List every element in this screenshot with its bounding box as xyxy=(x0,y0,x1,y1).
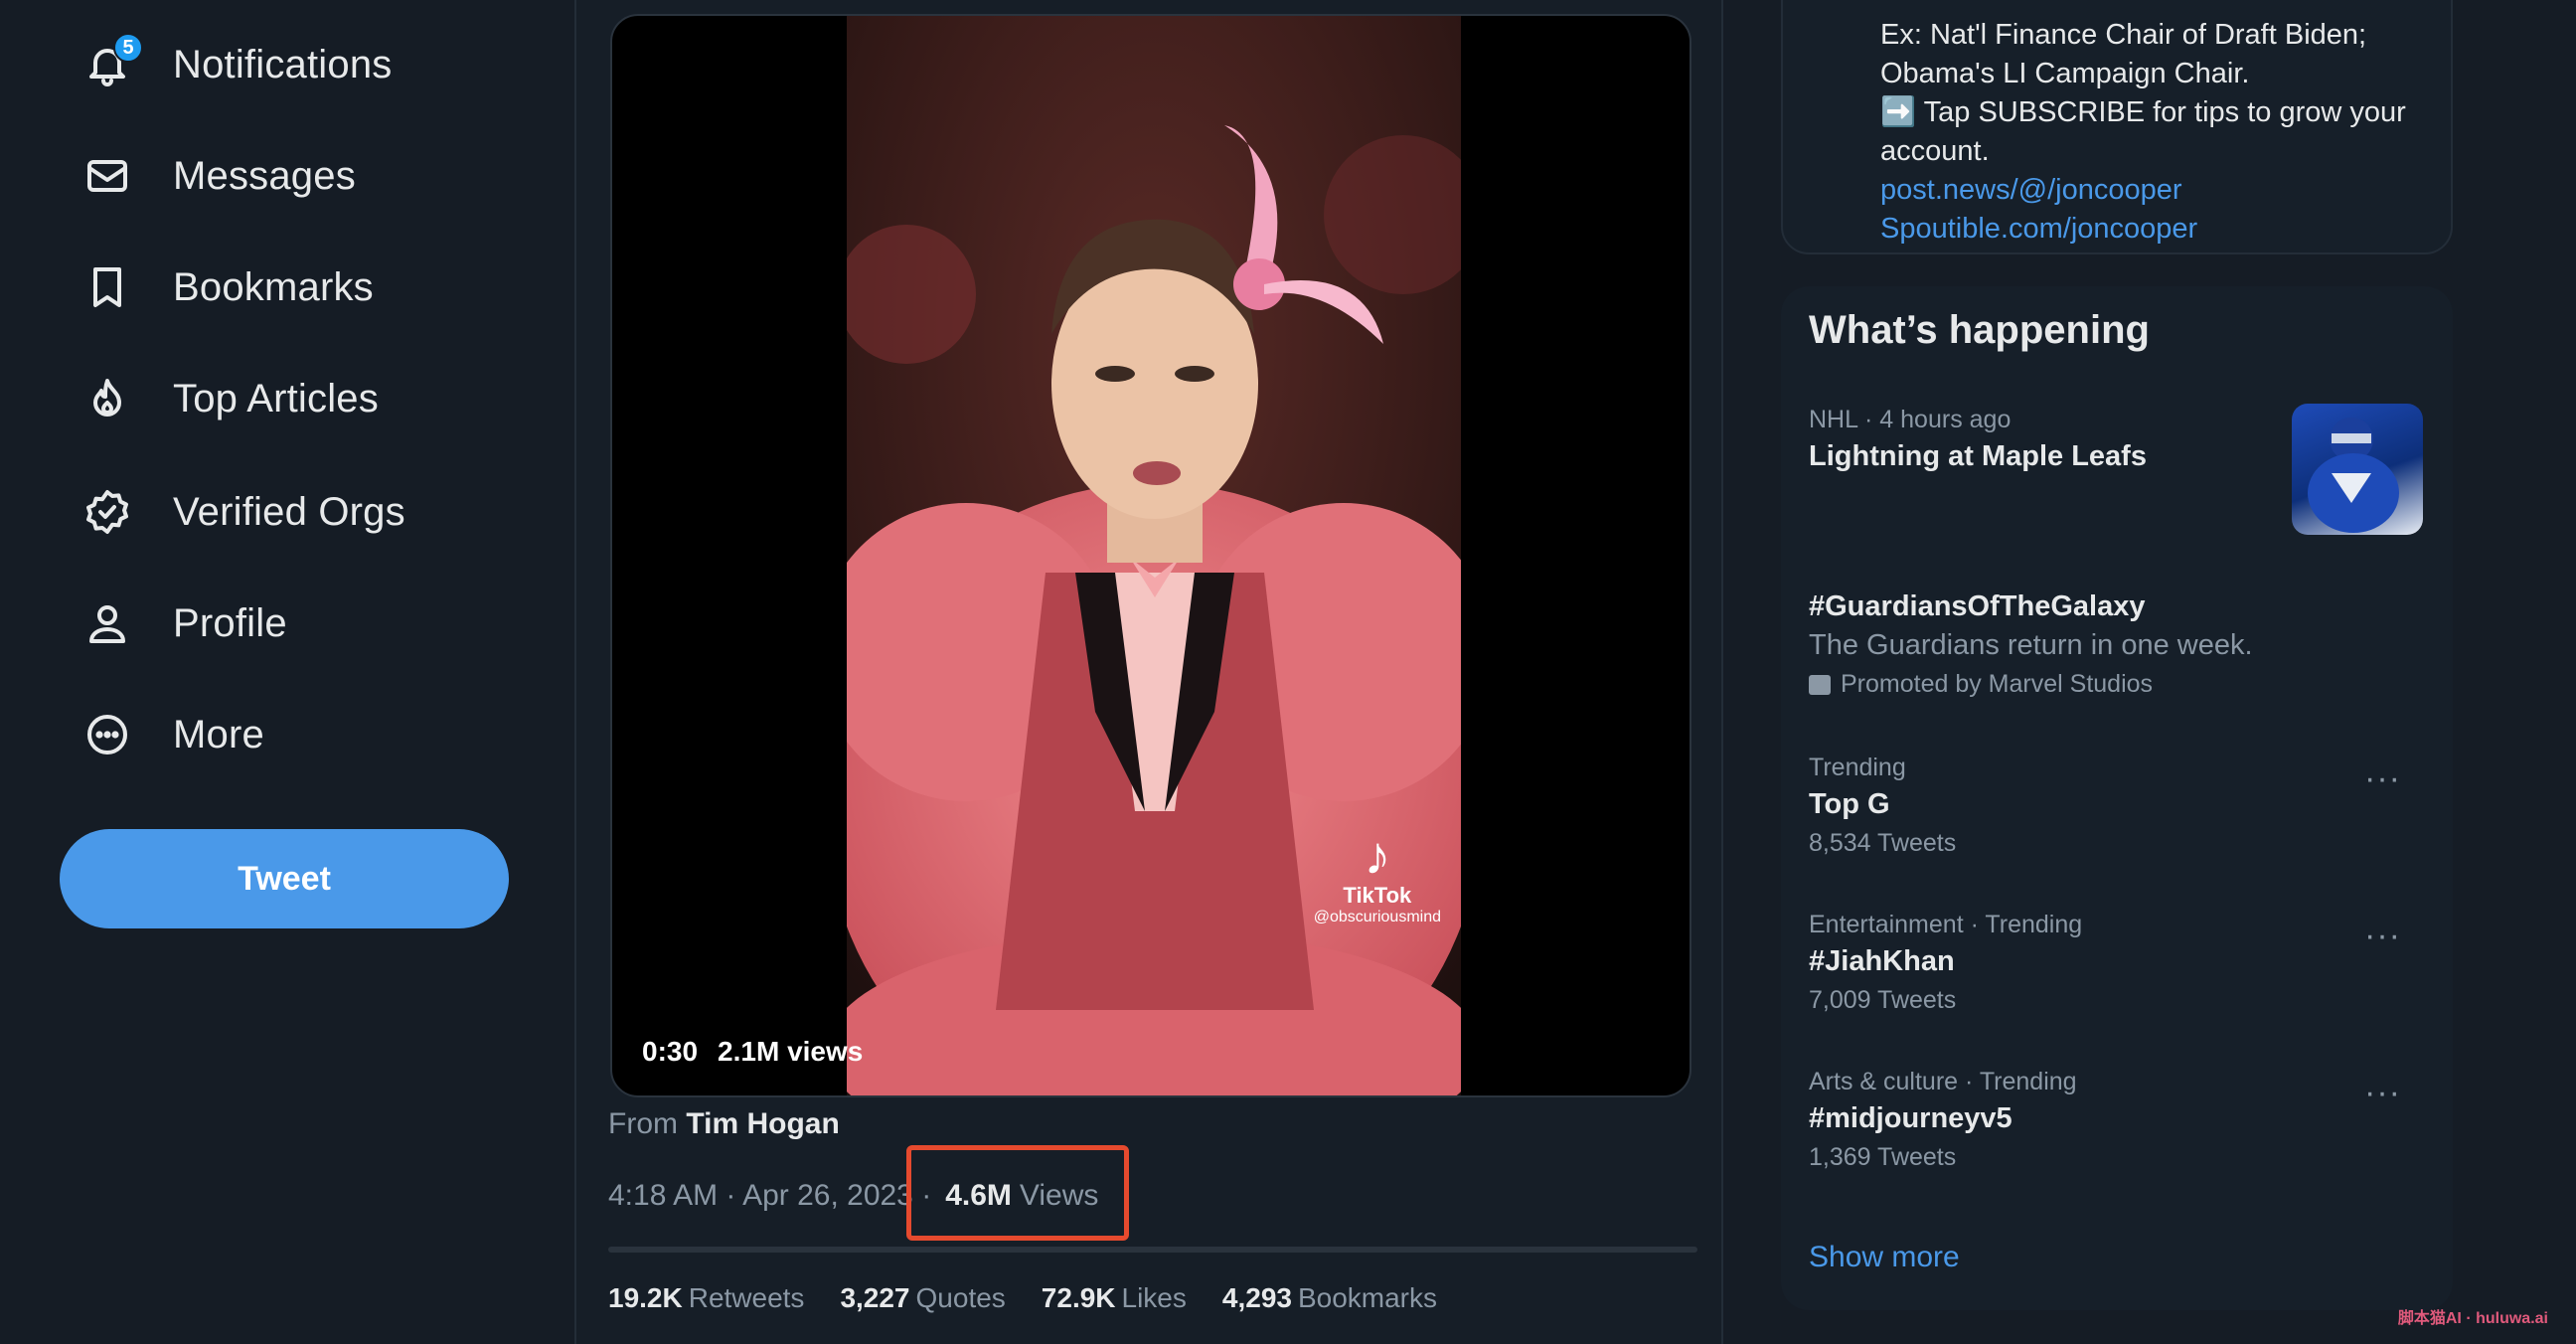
profile-bio-card: Ex: Nat'l Finance Chair of Draft Biden; … xyxy=(1781,0,2453,254)
sidebar-item-label: Verified Orgs xyxy=(173,489,405,534)
tweet-timestamp[interactable]: 4:18 AM · Apr 26, 2023 · xyxy=(608,1179,931,1213)
quotes-count: 3,227 xyxy=(840,1282,910,1313)
bookmarks-stat[interactable]: 4,293 Bookmarks xyxy=(1222,1282,1437,1314)
trend-meta: Entertainment · Trending xyxy=(1809,911,2083,938)
sidebar-item-label: Profile xyxy=(173,600,287,645)
trend-tweet-count: 8,534 Tweets xyxy=(1809,829,1957,857)
tiktok-handle: @obscuriousmind xyxy=(1313,909,1441,925)
sidebar-nav: 5 Notifications Messages Bookmarks Top A… xyxy=(0,0,574,1344)
sidebar-item-bookmarks[interactable]: Bookmarks xyxy=(81,252,374,322)
corner-watermark: 脚本猫AI · huluwa.ai xyxy=(2397,1310,2548,1327)
tiktok-watermark: ♪ TikTok @obscuriousmind xyxy=(1314,829,1441,926)
trend-item[interactable]: Trending Top G 8,534 Tweets ··· xyxy=(1809,754,2425,858)
trend-meta: Arts & culture · Trending xyxy=(1809,1068,2077,1095)
promoted-label: Promoted by Marvel Studios xyxy=(1841,670,2154,698)
bio-link-post[interactable]: post.news/@/joncooper xyxy=(1880,171,2437,210)
video-player[interactable]: ♪ TikTok @obscuriousmind 0:30 2.1M views xyxy=(610,14,1691,1097)
bookmark-icon xyxy=(81,261,133,313)
whats-happening-panel: What’s happening NHL · 4 hours ago Light… xyxy=(1781,286,2453,1310)
video-frame xyxy=(847,16,1461,1095)
trend-tweet-count: 1,369 Tweets xyxy=(1809,1143,1957,1171)
bookmarks-label: Bookmarks xyxy=(1297,1282,1438,1313)
person-icon xyxy=(81,597,133,649)
sidebar-item-label: Messages xyxy=(173,153,356,198)
trend-item[interactable]: Entertainment · Trending #JiahKhan 7,009… xyxy=(1809,911,2425,1015)
more-options-icon[interactable]: ··· xyxy=(2364,917,2401,955)
tweet-detail-column: ♪ TikTok @obscuriousmind 0:30 2.1M views… xyxy=(574,0,1723,1344)
retweets-count: 19.2K xyxy=(608,1282,683,1313)
trend-item-promoted[interactable]: #GuardiansOfTheGalaxy The Guardians retu… xyxy=(1809,585,2425,699)
sidebar-item-verified-orgs[interactable]: Verified Orgs xyxy=(81,477,405,547)
tiktok-icon: ♪ xyxy=(1364,826,1391,886)
app-root: 5 Notifications Messages Bookmarks Top A… xyxy=(0,0,2576,1344)
verified-badge-icon xyxy=(81,486,133,538)
from-author-link[interactable]: Tim Hogan xyxy=(686,1107,839,1140)
quotes-stat[interactable]: 3,227 Quotes xyxy=(840,1282,1005,1314)
sidebar-item-label: Top Articles xyxy=(173,376,379,420)
likes-count: 72.9K xyxy=(1041,1282,1116,1313)
right-sidebar: Ex: Nat'l Finance Chair of Draft Biden; … xyxy=(1723,0,2576,1344)
notification-count-badge: 5 xyxy=(113,33,143,63)
bell-icon: 5 xyxy=(81,33,143,90)
trend-thumbnail-image xyxy=(2292,404,2423,535)
more-options-icon[interactable]: ··· xyxy=(2364,759,2401,798)
trend-name: #JiahKhan xyxy=(1809,945,1955,977)
video-view-count: 2.1M views xyxy=(718,1036,864,1067)
promoted-icon xyxy=(1809,674,1831,695)
bio-link-spoutible[interactable]: Spoutible.com/joncooper xyxy=(1880,210,2437,249)
envelope-icon xyxy=(81,150,133,202)
promoted-line: Promoted by Marvel Studios xyxy=(1809,670,2425,699)
video-overlay-meta: 0:30 2.1M views xyxy=(642,1036,863,1068)
video-attribution: From Tim Hogan xyxy=(608,1107,840,1141)
tweet-button[interactable]: Tweet xyxy=(60,829,509,928)
retweets-label: Retweets xyxy=(688,1282,805,1313)
video-still-image xyxy=(847,16,1461,1095)
sidebar-item-notifications[interactable]: 5 Notifications xyxy=(81,30,392,99)
trend-tweet-count: 7,009 Tweets xyxy=(1809,986,1957,1014)
sidebar-item-messages[interactable]: Messages xyxy=(81,141,356,211)
divider xyxy=(608,1247,1697,1253)
panel-title: What’s happening xyxy=(1809,308,2150,352)
bio-line: Ex: Nat'l Finance Chair of Draft Biden; … xyxy=(1880,19,2367,89)
trend-meta: Trending xyxy=(1809,754,1906,781)
trend-name: Top G xyxy=(1809,788,1890,820)
trend-description: The Guardians return in one week. xyxy=(1809,629,2253,661)
sidebar-item-label: Bookmarks xyxy=(173,264,374,309)
flame-icon xyxy=(81,373,133,424)
retweets-stat[interactable]: 19.2K Retweets xyxy=(608,1282,804,1314)
video-duration: 0:30 xyxy=(642,1036,699,1067)
sidebar-item-top-articles[interactable]: Top Articles xyxy=(81,364,379,433)
sidebar-item-label: More xyxy=(173,712,264,756)
show-more-link[interactable]: Show more xyxy=(1809,1241,1960,1274)
trend-item[interactable]: Arts & culture · Trending #midjourneyv5 … xyxy=(1809,1068,2425,1172)
trend-name: #GuardiansOfTheGalaxy xyxy=(1809,590,2146,622)
views-highlight-annotation xyxy=(906,1145,1129,1241)
more-options-icon[interactable]: ··· xyxy=(2364,1074,2401,1112)
bookmarks-count: 4,293 xyxy=(1221,1282,1292,1313)
from-prefix: From xyxy=(608,1107,678,1140)
quotes-label: Quotes xyxy=(915,1282,1006,1313)
likes-stat[interactable]: 72.9K Likes xyxy=(1042,1282,1187,1314)
bio-line: ➡️ Tap SUBSCRIBE for tips to grow your a… xyxy=(1880,96,2406,167)
likes-label: Likes xyxy=(1121,1282,1187,1313)
trend-name: #midjourneyv5 xyxy=(1809,1102,2012,1134)
sidebar-item-profile[interactable]: Profile xyxy=(81,588,287,658)
bio-text: Ex: Nat'l Finance Chair of Draft Biden; … xyxy=(1880,16,2437,249)
tweet-engagement-stats: 19.2K Retweets 3,227 Quotes 72.9K Likes 4,2… xyxy=(608,1282,1437,1314)
more-circle-icon xyxy=(81,709,133,760)
tiktok-label: TikTok xyxy=(1343,883,1412,908)
sidebar-item-more[interactable]: More xyxy=(81,700,264,769)
sidebar-item-label: Notifications xyxy=(173,42,393,86)
